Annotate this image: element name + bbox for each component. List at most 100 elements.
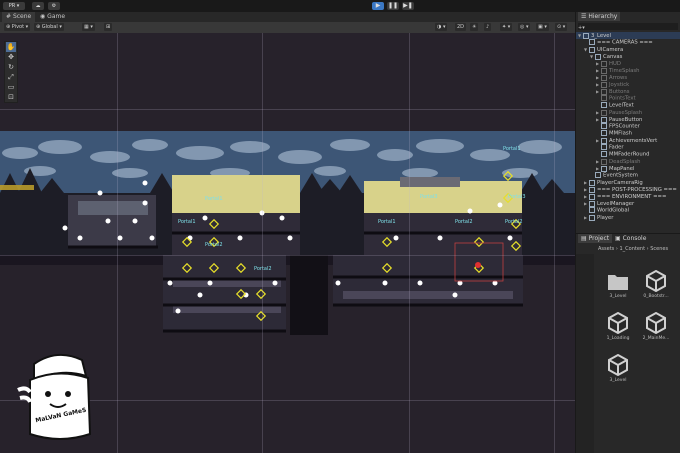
grid-icon[interactable]: ▦ ▾ <box>82 23 95 31</box>
global-toggle[interactable]: ⊕ Global ▾ <box>34 23 64 31</box>
tab-scene[interactable]: # Scene <box>2 12 36 22</box>
hierarchy-item[interactable]: PointsText <box>576 95 680 102</box>
gameobject-icon <box>601 158 607 165</box>
main-toolbar: PR ▾ ☁ ⚙ ▶ ❚❚ ▶❚ <box>0 0 680 12</box>
asset-item[interactable]: 1_Loading <box>604 311 632 348</box>
effects-toggle[interactable]: ✦ ▾ <box>500 23 513 31</box>
shading-mode-button[interactable]: ◑ ▾ <box>435 23 448 31</box>
tab-console[interactable]: ▣ Console <box>612 234 650 243</box>
gear-icon[interactable]: ⚙ <box>48 2 60 10</box>
gameobject-icon <box>601 60 607 67</box>
folder-icon: ▤ <box>581 235 587 242</box>
scene-icon: # <box>6 13 12 20</box>
unity-scene-icon <box>607 353 629 377</box>
unity-scene-icon <box>607 311 629 335</box>
hierarchy-item[interactable]: ▶ AchievementsVert <box>576 137 680 144</box>
portal-label: Portal2 <box>505 219 523 225</box>
snap-icon[interactable]: ⊞ <box>104 23 113 31</box>
gameobject-icon <box>601 109 607 116</box>
scale-icon[interactable]: ⤢ <box>6 72 16 82</box>
gameobject-icon <box>601 81 607 88</box>
hierarchy-item[interactable]: ▼ 3_Level <box>576 32 680 39</box>
breadcrumb: Assets › 1_Content › Scenes <box>598 246 669 252</box>
cloud-icon[interactable]: ☁ <box>32 2 44 10</box>
hierarchy-item[interactable]: EventSystem <box>576 172 680 179</box>
asset-item[interactable]: 3_Level <box>604 270 632 306</box>
lighting-toggle[interactable]: ☀ <box>470 23 479 31</box>
gameobject-icon <box>601 137 607 144</box>
hierarchy-search[interactable]: +▾ <box>578 23 678 31</box>
gameobject-icon <box>601 165 607 172</box>
step-button[interactable]: ▶❚ <box>402 2 414 10</box>
hierarchy-item[interactable]: WorldGlobal <box>576 207 680 214</box>
asset-item[interactable]: 2_MainMe... <box>642 311 670 348</box>
malvan-games-logo <box>17 353 92 440</box>
hierarchy-item-label: MMFaderRound <box>609 151 650 158</box>
account-dropdown[interactable]: PR ▾ <box>3 2 25 10</box>
pause-button[interactable]: ❚❚ <box>387 2 399 10</box>
hierarchy-item[interactable]: ▶ PauseButton <box>576 116 680 123</box>
hierarchy-item-label: MMFlash <box>609 130 633 137</box>
hierarchy-item[interactable]: ▶ === ENVIRONMENT === <box>576 193 680 200</box>
hierarchy-item[interactable]: ▶ Joystick <box>576 81 680 88</box>
hierarchy-item[interactable]: ▶ PauseSplash <box>576 109 680 116</box>
hierarchy-item[interactable]: ▶ MapPanel <box>576 165 680 172</box>
hierarchy-item[interactable]: LevelText <box>576 102 680 109</box>
tab-hierarchy[interactable]: ☰ Hierarchy <box>578 12 621 21</box>
folder-icon <box>607 270 629 292</box>
gameobject-icon <box>601 151 607 157</box>
gameobject-icon <box>601 74 607 81</box>
visibility-toggle[interactable]: ◎ ▾ <box>518 23 531 31</box>
hierarchy-item[interactable]: ▶ PlayerCameraRig <box>576 179 680 186</box>
gizmos-toggle[interactable]: ⊙ ▾ <box>555 23 568 31</box>
hierarchy-item[interactable]: ▶ Player <box>576 214 680 221</box>
gameobject-icon <box>601 130 607 136</box>
hierarchy-item[interactable]: ▼ UICamera <box>576 46 680 53</box>
game-icon: ◉ <box>40 13 46 20</box>
hierarchy-item[interactable]: ▶ Arrows <box>576 74 680 81</box>
move-icon[interactable]: ✥ <box>6 52 16 62</box>
asset-item[interactable]: 3_Level <box>604 353 632 390</box>
hierarchy-item[interactable]: ▶ Buttons <box>576 88 680 95</box>
hierarchy-item-label: FPSCounter <box>609 123 640 130</box>
hierarchy-item[interactable]: ▶ TimeSplash <box>576 67 680 74</box>
hierarchy-item[interactable]: MMFlash <box>576 130 680 137</box>
hierarchy-item[interactable]: ▶ DeadSplash <box>576 158 680 165</box>
hierarchy-item[interactable]: FPSCounter <box>576 123 680 130</box>
hierarchy-item[interactable]: ▶ LevelManager <box>576 200 680 207</box>
gameobject-icon <box>589 179 595 186</box>
hierarchy-item-label: WorldGlobal <box>597 207 630 214</box>
hand-icon[interactable]: ✋ <box>6 42 16 52</box>
transform-tools: ✋ ✥ ↻ ⤢ ▭ ⊡ <box>4 41 18 103</box>
gameobject-icon <box>589 193 595 200</box>
gameobject-icon <box>589 207 595 213</box>
camera-toggle[interactable]: ▣ ▾ <box>536 23 549 31</box>
rect-icon[interactable]: ▭ <box>6 82 16 92</box>
project-folder-tree[interactable] <box>576 254 594 453</box>
gameobject-icon <box>601 144 607 150</box>
audio-toggle[interactable]: ♪ <box>484 23 492 31</box>
breadcrumb-item[interactable]: Scenes <box>650 246 668 252</box>
rotate-icon[interactable]: ↻ <box>6 62 16 72</box>
breadcrumb-item[interactable]: Assets <box>598 246 614 252</box>
breadcrumb-item[interactable]: 1_Content <box>619 246 645 252</box>
2d-toggle[interactable]: 2D <box>455 23 467 31</box>
tab-project[interactable]: ▤ Project <box>578 234 613 243</box>
hierarchy-tree: ▼ 3_Level === CAMERAS === ▼ UICamera ▼ Canvas ▶… <box>576 32 680 232</box>
portal-label: Portal2 <box>455 219 473 225</box>
hierarchy-item[interactable]: ▶ === POST-PROCESSING === <box>576 186 680 193</box>
gameobject-icon <box>589 46 595 53</box>
gameobject-icon <box>595 53 601 60</box>
play-button[interactable]: ▶ <box>372 2 384 10</box>
asset-item[interactable]: 0_Bootstr... <box>642 269 670 306</box>
tab-game[interactable]: ◉ Game <box>36 12 69 22</box>
hierarchy-item[interactable]: MMFaderRound <box>576 151 680 158</box>
transform-icon[interactable]: ⊡ <box>6 92 16 102</box>
hierarchy-item[interactable]: ▼ Canvas <box>576 53 680 60</box>
hierarchy-item[interactable]: === CAMERAS === <box>576 39 680 46</box>
pivot-toggle[interactable]: ⊕ Pivot ▾ <box>4 23 31 31</box>
hierarchy-item[interactable]: ▶ HUD <box>576 60 680 67</box>
pause-icon: ❚❚ <box>387 2 399 9</box>
gameobject-icon <box>601 88 607 95</box>
hierarchy-item[interactable]: Fader <box>576 144 680 151</box>
